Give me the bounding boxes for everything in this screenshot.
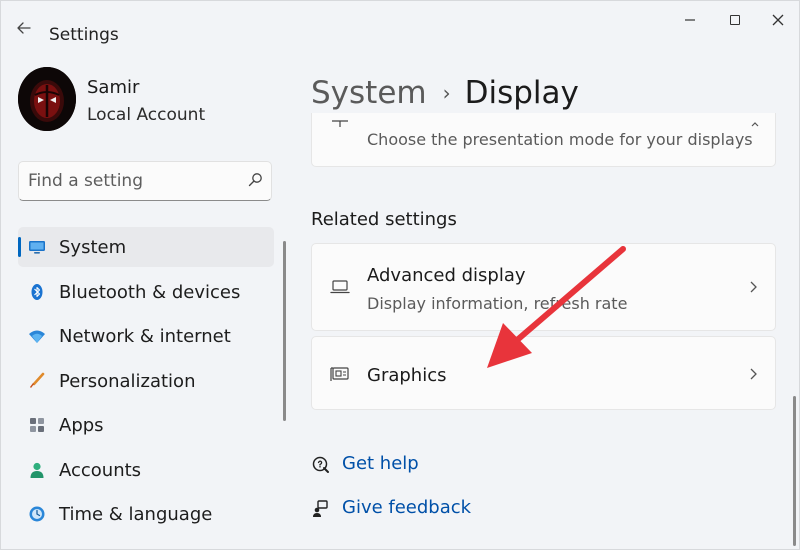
sidebar-item-personalization[interactable]: Personalization [18,361,274,401]
search-box[interactable] [18,161,272,201]
laptop-icon [330,280,350,294]
sidebar-item-system[interactable]: System [18,227,274,267]
get-help-link[interactable]: Get help [311,451,451,479]
feedback-icon [313,500,328,517]
give-feedback-link[interactable]: Give feedback [311,495,471,523]
sidebar-item-network[interactable]: Network & internet [18,316,274,356]
sidebar-item-apps[interactable]: Apps [18,405,274,445]
minimize-button[interactable] [676,9,704,31]
chevron-up-icon [751,122,759,127]
display-mode-icon [332,120,348,127]
breadcrumb-separator: › [442,81,451,105]
sidebar-item-label: Bluetooth & devices [59,281,241,303]
settings-window: Settings Samir Local Account Find a sett… [0,0,800,550]
sidebar-item-bluetooth[interactable]: Bluetooth & devices [18,272,274,312]
sidebar-item-label: Accounts [59,459,142,481]
search-input[interactable] [19,162,239,200]
give-feedback-label[interactable]: Give feedback [342,497,471,518]
profile-account-type: Local Account [87,105,206,125]
avatar-image [18,67,76,131]
graphics-card-icon [330,367,349,381]
sidebar-item-label: Network & internet [59,326,231,347]
active-indicator [18,237,21,257]
sidebar-item-accounts[interactable]: Accounts [18,450,274,490]
page-title: Display [464,75,579,111]
apps-icon [30,418,44,432]
sidebar-scrollbar[interactable] [283,241,286,421]
breadcrumb: System › Display [311,71,579,115]
minimize-icon [685,19,695,21]
brush-icon [30,372,45,388]
sidebar-item-label: Apps [59,415,104,436]
sidebar-item-label: Personalization [59,370,196,392]
sidebar-item-label: Time & language [59,504,213,525]
sidebar-nav: System Bluetooth & devices Network & int… [18,227,274,539]
search-icon[interactable] [247,172,263,188]
content-scrollbar[interactable] [793,396,796,546]
person-icon [30,462,44,478]
graphics-title: Graphics [367,365,447,386]
get-help-label[interactable]: Get help [342,453,419,474]
maximize-button[interactable] [721,9,749,31]
monitor-icon [29,241,45,254]
close-button[interactable] [764,9,792,31]
graphics-card[interactable]: Graphics [311,336,776,410]
back-arrow-icon [17,22,31,34]
chevron-right-icon [750,368,757,380]
advanced-display-card[interactable]: Advanced display Display information, re… [311,243,776,331]
related-settings-heading: Related settings [311,209,457,230]
title-bar: Settings [1,1,799,45]
presentation-mode-description: Choose the presentation mode for your di… [367,130,753,149]
bluetooth-icon [31,283,43,300]
close-icon [772,14,784,26]
globe-clock-icon [29,506,45,522]
sidebar-item-label: System [59,237,127,258]
wifi-icon [29,330,45,343]
sidebar-item-time-language[interactable]: Time & language [18,494,274,534]
advanced-display-description: Display information, refresh rate [367,294,628,313]
app-title: Settings [49,25,119,45]
back-button[interactable] [11,15,37,41]
presentation-mode-card[interactable]: Choose the presentation mode for your di… [311,113,776,167]
profile-name: Samir [87,77,140,98]
chevron-right-icon [750,281,757,293]
breadcrumb-parent[interactable]: System [311,75,427,111]
maximize-icon [730,15,740,25]
help-icon [312,456,329,473]
advanced-display-title: Advanced display [367,265,526,286]
avatar[interactable] [18,67,76,131]
